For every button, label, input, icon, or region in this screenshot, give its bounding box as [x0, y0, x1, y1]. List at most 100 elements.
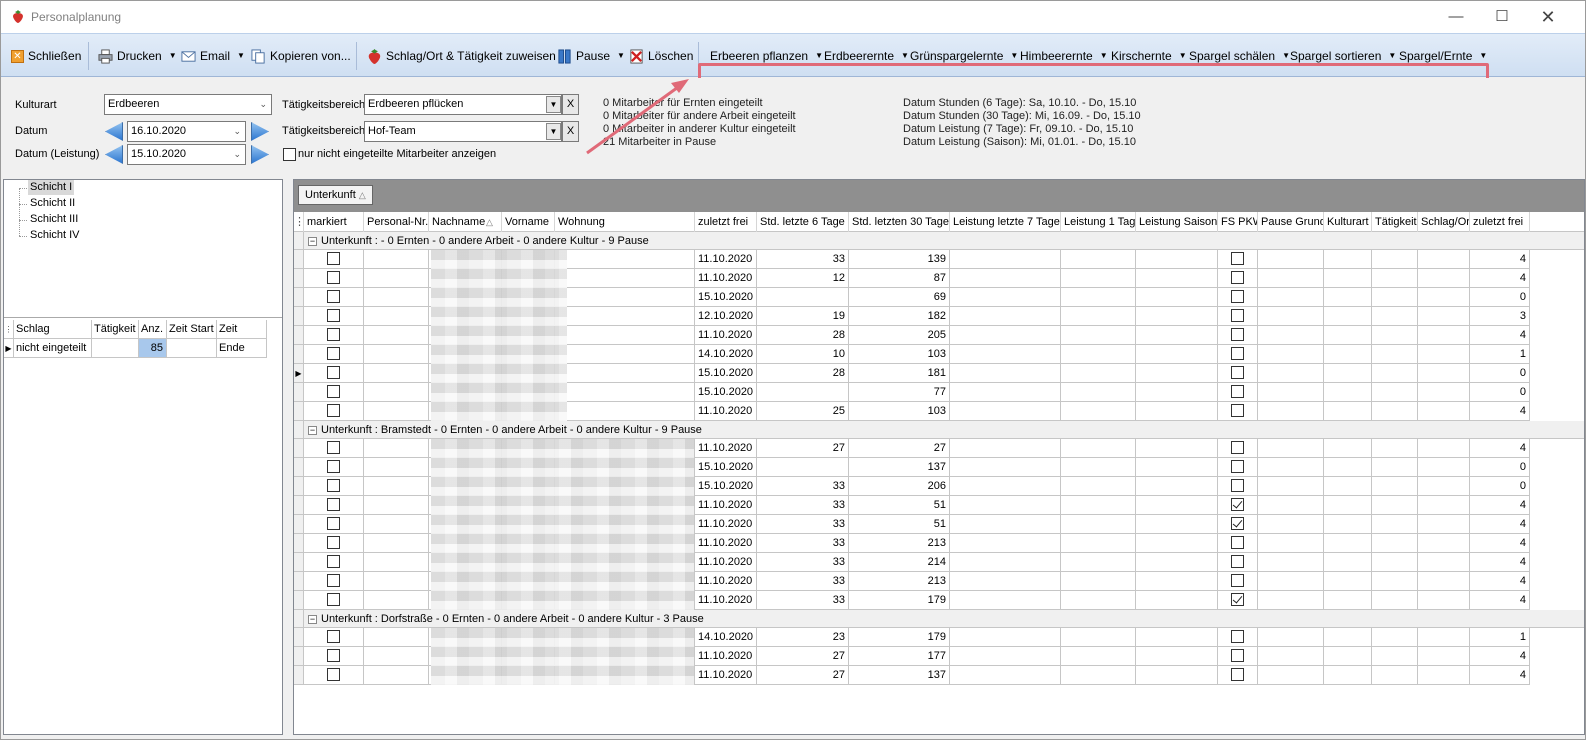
row-selector[interactable] [294, 345, 304, 364]
fs-pkw-checkbox[interactable] [1231, 251, 1244, 265]
fs-pkw-checkbox[interactable] [1231, 629, 1244, 643]
wohnung-cell[interactable] [555, 250, 695, 269]
markiert-cell[interactable] [304, 553, 364, 572]
markiert-checkbox[interactable] [327, 251, 340, 265]
std-6-tage-cell[interactable]: 33 [757, 572, 849, 591]
leistung-saison-cell[interactable] [1136, 439, 1218, 458]
kulturart-cell[interactable] [1324, 402, 1372, 421]
zuletzt-frei-2-cell[interactable]: 4 [1470, 647, 1530, 666]
leistung-7-tage-cell[interactable] [950, 269, 1061, 288]
markiert-cell[interactable] [304, 364, 364, 383]
kulturart-cell[interactable] [1324, 364, 1372, 383]
schlag-ort-cell[interactable] [1418, 288, 1470, 307]
row-selector[interactable] [294, 496, 304, 515]
wohnung-cell[interactable] [555, 383, 695, 402]
markiert-checkbox[interactable] [327, 648, 340, 662]
leistung-1-tag-cell[interactable] [1061, 553, 1136, 572]
std-6-tage-cell[interactable]: 10 [757, 345, 849, 364]
close-button[interactable]: ✕ Schließen [11, 47, 81, 65]
leistung-7-tage-cell[interactable] [950, 439, 1061, 458]
std-6-tage-cell[interactable]: 28 [757, 326, 849, 345]
markiert-cell[interactable] [304, 288, 364, 307]
leistung-1-tag-cell[interactable] [1061, 666, 1136, 685]
kulturart-cell[interactable] [1324, 458, 1372, 477]
leistung-saison-cell[interactable] [1136, 666, 1218, 685]
wohnung-cell[interactable] [555, 364, 695, 383]
std-6-tage-cell[interactable] [757, 288, 849, 307]
zuletzt-frei-cell[interactable]: 12.10.2020 [695, 307, 757, 326]
row-selector[interactable] [294, 515, 304, 534]
dropdown-arrow-icon[interactable]: ▼ [169, 47, 177, 65]
std-30-tage-cell[interactable]: 179 [849, 628, 950, 647]
zuletzt-frei-cell[interactable]: 14.10.2020 [695, 628, 757, 647]
pause-grund-cell[interactable] [1258, 591, 1324, 610]
row-selector[interactable] [294, 458, 304, 477]
personal-nr-cell[interactable] [364, 364, 429, 383]
group-row[interactable]: − Unterkunft : - 0 Ernten - 0 andere Arbe… [304, 232, 1584, 250]
fs-pkw-checkbox[interactable] [1231, 648, 1244, 662]
close-window-button[interactable]: ✕ [1525, 1, 1571, 33]
group-chip-unterkunft[interactable]: Unterkunft △ [298, 185, 373, 205]
std-30-tage-cell[interactable]: 137 [849, 666, 950, 685]
fs-pkw-cell[interactable] [1218, 269, 1258, 288]
zuletzt-frei-cell[interactable]: 15.10.2020 [695, 364, 757, 383]
markiert-cell[interactable] [304, 628, 364, 647]
pause-grund-cell[interactable] [1258, 628, 1324, 647]
markiert-cell[interactable] [304, 269, 364, 288]
col-header-leistung-7-tage[interactable]: Leistung letzte 7 Tage [950, 212, 1061, 232]
taetigkeit-cell[interactable] [1372, 591, 1418, 610]
personal-nr-cell[interactable] [364, 383, 429, 402]
row-selector[interactable]: ▶ [294, 364, 304, 383]
kulturart-cell[interactable] [1324, 534, 1372, 553]
zuletzt-frei-2-cell[interactable]: 4 [1470, 515, 1530, 534]
kulturart-cell[interactable] [1324, 383, 1372, 402]
leistung-7-tage-cell[interactable] [950, 477, 1061, 496]
schlag-ort-cell[interactable] [1418, 572, 1470, 591]
tree-item-schicht-3[interactable]: Schicht III [28, 212, 80, 227]
markiert-cell[interactable] [304, 647, 364, 666]
leistung-1-tag-cell[interactable] [1061, 288, 1136, 307]
leistung-saison-cell[interactable] [1136, 269, 1218, 288]
zuletzt-frei-cell[interactable]: 11.10.2020 [695, 591, 757, 610]
wohnung-cell[interactable] [555, 402, 695, 421]
personal-nr-cell[interactable] [364, 307, 429, 326]
std-6-tage-cell[interactable] [757, 383, 849, 402]
leistung-saison-cell[interactable] [1136, 288, 1218, 307]
dropdown-arrow-icon[interactable]: ▼ [546, 96, 561, 113]
std-6-tage-cell[interactable]: 23 [757, 628, 849, 647]
kulturart-cell[interactable] [1324, 307, 1372, 326]
only-unassigned-checkbox[interactable] [283, 148, 296, 161]
zuletzt-frei-cell[interactable]: 11.10.2020 [695, 439, 757, 458]
leistung-saison-cell[interactable] [1136, 628, 1218, 647]
zeit-start-cell[interactable] [167, 339, 217, 358]
pause-grund-cell[interactable] [1258, 383, 1324, 402]
pause-grund-cell[interactable] [1258, 307, 1324, 326]
collapse-icon[interactable]: − [308, 236, 317, 246]
pause-grund-cell[interactable] [1258, 345, 1324, 364]
fs-pkw-cell[interactable] [1218, 647, 1258, 666]
zuletzt-frei-cell[interactable]: 11.10.2020 [695, 402, 757, 421]
col-header-std-6-tage[interactable]: Std. letzte 6 Tage [757, 212, 849, 232]
wohnung-cell[interactable] [555, 307, 695, 326]
leistung-7-tage-cell[interactable] [950, 458, 1061, 477]
personal-nr-cell[interactable] [364, 647, 429, 666]
taetigkeitsbereich1-select[interactable]: Erdbeeren pflücken ▼ [364, 94, 562, 115]
markiert-checkbox[interactable] [327, 327, 340, 341]
leistung-saison-cell[interactable] [1136, 326, 1218, 345]
leistung-saison-cell[interactable] [1136, 250, 1218, 269]
col-header-zuletzt-frei[interactable]: zuletzt frei [695, 212, 757, 232]
clear-tb1-button[interactable]: X [562, 94, 579, 115]
col-header-markiert[interactable]: markiert [304, 212, 364, 232]
fs-pkw-checkbox[interactable] [1231, 516, 1244, 530]
taetigkeit-cell[interactable] [92, 339, 139, 358]
col-header-std-30-tage[interactable]: Std. letzten 30 Tage [849, 212, 950, 232]
markiert-checkbox[interactable] [327, 289, 340, 303]
taetigkeit-cell[interactable] [1372, 534, 1418, 553]
fs-pkw-checkbox[interactable] [1231, 403, 1244, 417]
col-header-taetigkeit[interactable]: Tätigkeit [92, 320, 139, 339]
pause-grund-cell[interactable] [1258, 269, 1324, 288]
personal-nr-cell[interactable] [364, 496, 429, 515]
schlag-ort-cell[interactable] [1418, 383, 1470, 402]
fs-pkw-checkbox[interactable] [1231, 478, 1244, 492]
date-prev-button[interactable] [105, 122, 123, 141]
